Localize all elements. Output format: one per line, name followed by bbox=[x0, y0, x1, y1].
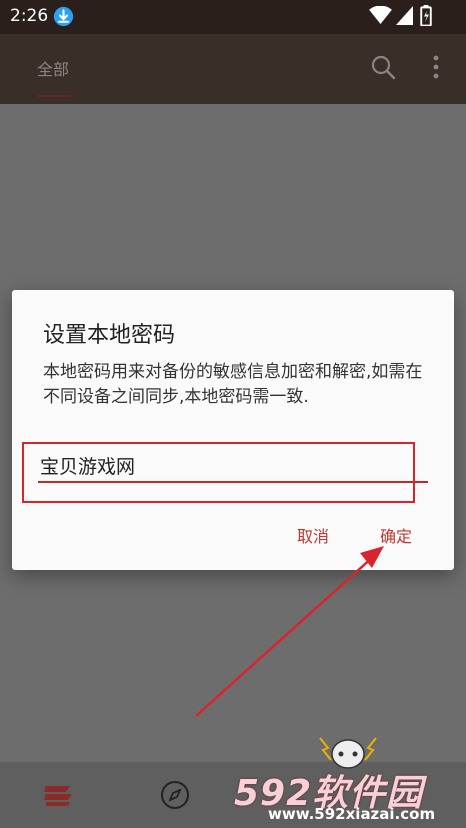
home-icon[interactable] bbox=[42, 782, 74, 808]
search-icon[interactable] bbox=[370, 54, 396, 80]
cancel-button[interactable]: 取消 bbox=[297, 523, 329, 547]
watermark: 592软件园 www.592xiazai.com bbox=[230, 737, 466, 828]
tab-indicator bbox=[37, 95, 71, 97]
signal-icon bbox=[396, 6, 413, 25]
more-vert-icon[interactable] bbox=[428, 54, 444, 80]
dialog-title: 设置本地密码 bbox=[43, 323, 176, 348]
annotation-highlight-box bbox=[22, 442, 415, 503]
battery-icon bbox=[420, 5, 432, 26]
watermark-url: www.592xiazai.com bbox=[268, 805, 436, 823]
wifi-icon bbox=[369, 6, 392, 25]
download-icon bbox=[53, 6, 74, 27]
status-bar: 2:26 bbox=[0, 0, 466, 34]
compass-icon[interactable] bbox=[160, 780, 190, 810]
app-bar: 全部 bbox=[0, 34, 466, 104]
status-time: 2:26 bbox=[10, 6, 49, 26]
dialog-message: 本地密码用来对备份的敏感信息加密和解密,如需在不同设备之间同步,本地密码需一致. bbox=[43, 362, 423, 407]
set-password-dialog: 设置本地密码 本地密码用来对备份的敏感信息加密和解密,如需在不同设备之间同步,本… bbox=[12, 290, 454, 570]
tab-all[interactable]: 全部 bbox=[37, 56, 69, 80]
confirm-button[interactable]: 确定 bbox=[380, 523, 412, 547]
